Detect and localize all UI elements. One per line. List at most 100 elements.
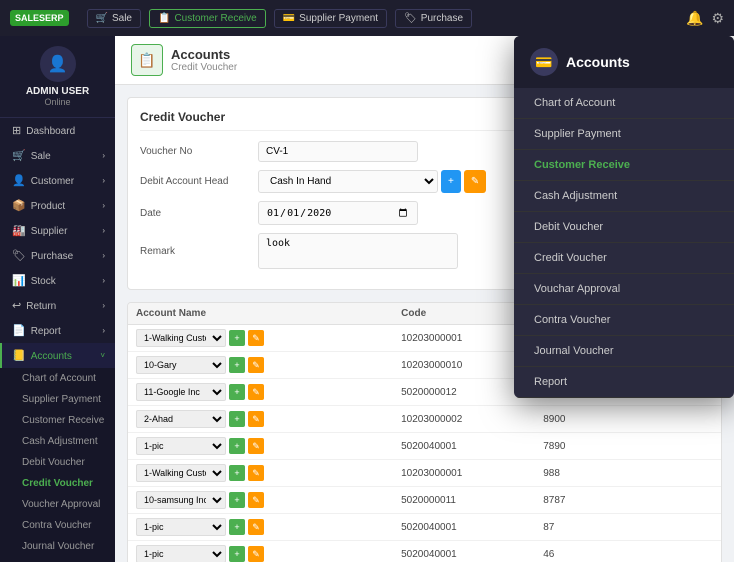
accounts-popup-icon: 💳 <box>530 48 558 76</box>
debit-account-select[interactable]: Cash In Hand <box>258 170 438 193</box>
account-add-btn-5[interactable]: + <box>229 465 245 481</box>
settings-icon[interactable]: ⚙ <box>711 10 724 27</box>
sidebar-item-product[interactable]: 📦Product › <box>0 193 115 218</box>
action-cell-7 <box>634 514 721 541</box>
sale-nav-btn[interactable]: 🛒 Sale <box>87 9 141 28</box>
table-row: 1-pic + ✎ 5020040001 7890 <box>128 433 721 460</box>
notification-icon[interactable]: 🔔 <box>686 10 703 27</box>
submenu-journal-voucher[interactable]: Journal Voucher <box>0 536 115 557</box>
account-edit-btn-7[interactable]: ✎ <box>248 519 264 535</box>
supplier-payment-nav-btn[interactable]: 💳 Supplier Payment <box>274 9 387 28</box>
purchase-icon: 🏷 <box>404 13 417 24</box>
chevron-right-icon4: › <box>102 251 105 260</box>
submenu-supplier-payment[interactable]: Supplier Payment <box>0 389 115 410</box>
sidebar-item-customer[interactable]: 👤Customer › <box>0 168 115 193</box>
submenu-debit-voucher[interactable]: Debit Voucher <box>0 452 115 473</box>
submenu-report[interactable]: Report <box>0 557 115 562</box>
debit-account-edit-btn[interactable]: ✎ <box>464 170 486 193</box>
submenu-contra-voucher[interactable]: Contra Voucher <box>0 515 115 536</box>
sidebar-item-stock[interactable]: 📊Stock › <box>0 268 115 293</box>
dropdown-contra-voucher[interactable]: Contra Voucher <box>514 305 734 336</box>
action-cell-4 <box>634 433 721 460</box>
dropdown-debit-voucher[interactable]: Debit Voucher <box>514 212 734 243</box>
account-select-8[interactable]: 1-pic <box>136 545 226 562</box>
page-subtitle: Credit Voucher <box>171 62 237 73</box>
account-add-btn-4[interactable]: + <box>229 438 245 454</box>
sidebar-item-return[interactable]: ↩Return › <box>0 293 115 318</box>
chevron-down-icon2: ˅ <box>100 351 105 360</box>
account-select-7[interactable]: 1-pic <box>136 518 226 536</box>
sidebar-item-dashboard[interactable]: ⊞Dashboard <box>0 118 115 143</box>
remark-textarea[interactable]: look <box>258 233 458 269</box>
stock-icon: 📊 <box>12 275 26 287</box>
account-cell-3: 2-Ahad + ✎ <box>128 406 393 433</box>
chevron-right-icon6: › <box>102 301 105 310</box>
dropdown-vouchar-approval[interactable]: Vouchar Approval <box>514 274 734 305</box>
account-add-btn-7[interactable]: + <box>229 519 245 535</box>
table-row: 1-pic + ✎ 5020040001 87 <box>128 514 721 541</box>
customer-receive-nav-btn[interactable]: 📋 Customer Receive <box>149 9 266 28</box>
submenu-customer-receive[interactable]: Customer Receive <box>0 410 115 431</box>
dropdown-report[interactable]: Report <box>514 367 734 398</box>
sidebar-item-accounts[interactable]: 📒Accounts ˅ <box>0 343 115 368</box>
account-edit-btn-8[interactable]: ✎ <box>248 546 264 562</box>
dashboard-icon: ⊞ <box>12 125 21 137</box>
chevron-right-icon: › <box>102 176 105 185</box>
sidebar-item-purchase[interactable]: 🏷Purchase › <box>0 243 115 268</box>
voucher-no-label: Voucher No <box>140 146 250 157</box>
account-add-btn-3[interactable]: + <box>229 411 245 427</box>
logo-area: SALESERP <box>10 10 69 26</box>
account-select-1[interactable]: 10-Gary <box>136 356 226 374</box>
account-edit-btn-2[interactable]: ✎ <box>248 384 264 400</box>
sidebar-user: 👤 ADMIN USER Online <box>0 36 115 118</box>
table-row: 1-pic + ✎ 5020040001 46 <box>128 541 721 562</box>
account-cell-8: 1-pic + ✎ <box>128 541 393 562</box>
logo: SALESERP <box>10 10 69 26</box>
sidebar: 👤 ADMIN USER Online ⊞Dashboard 🛒Sale › 👤… <box>0 36 115 562</box>
account-edit-btn-5[interactable]: ✎ <box>248 465 264 481</box>
accounts-icon: 📒 <box>12 350 26 362</box>
product-icon: 📦 <box>12 200 26 212</box>
account-add-btn-8[interactable]: + <box>229 546 245 562</box>
submenu-chart-of-account[interactable]: Chart of Account <box>0 368 115 389</box>
account-add-btn-1[interactable]: + <box>229 357 245 373</box>
account-edit-btn-1[interactable]: ✎ <box>248 357 264 373</box>
customer-receive-icon: 📋 <box>158 13 170 24</box>
dropdown-journal-voucher[interactable]: Journal Voucher <box>514 336 734 367</box>
voucher-no-input[interactable] <box>258 141 418 162</box>
dropdown-customer-receive[interactable]: Customer Receive <box>514 150 734 181</box>
dropdown-chart-of-account[interactable]: Chart of Account <box>514 88 734 119</box>
dropdown-cash-adjustment[interactable]: Cash Adjustment <box>514 181 734 212</box>
debit-account-label: Debit Account Head <box>140 176 250 187</box>
account-add-btn-6[interactable]: + <box>229 492 245 508</box>
account-edit-btn-4[interactable]: ✎ <box>248 438 264 454</box>
debit-account-add-btn[interactable]: + <box>441 170 461 193</box>
code-cell-3: 10203000002 <box>393 406 535 433</box>
account-select-0[interactable]: 1-Walking Customer <box>136 329 226 347</box>
sidebar-item-sale[interactable]: 🛒Sale › <box>0 143 115 168</box>
account-add-btn-2[interactable]: + <box>229 384 245 400</box>
account-select-2[interactable]: 11-Google Inc <box>136 383 226 401</box>
submenu-voucher-approval[interactable]: Voucher Approval <box>0 494 115 515</box>
sidebar-item-supplier[interactable]: 🏭Supplier › <box>0 218 115 243</box>
date-input[interactable] <box>258 201 418 225</box>
code-cell-5: 10203000001 <box>393 460 535 487</box>
account-add-btn-0[interactable]: + <box>229 330 245 346</box>
submenu-credit-voucher[interactable]: Credit Voucher <box>0 473 115 494</box>
sidebar-item-report[interactable]: 📄Report › <box>0 318 115 343</box>
account-edit-btn-3[interactable]: ✎ <box>248 411 264 427</box>
dropdown-supplier-payment[interactable]: Supplier Payment <box>514 119 734 150</box>
submenu-cash-adjustment[interactable]: Cash Adjustment <box>0 431 115 452</box>
account-select-5[interactable]: 1-Walking Customer <box>136 464 226 482</box>
account-edit-btn-0[interactable]: ✎ <box>248 330 264 346</box>
account-select-6[interactable]: 10-samsung Inc <box>136 491 226 509</box>
date-label: Date <box>140 208 250 219</box>
amount-cell-8: 46 <box>535 541 634 562</box>
amount-cell-7: 87 <box>535 514 634 541</box>
purchase-nav-btn[interactable]: 🏷 Purchase <box>395 9 472 28</box>
account-select-4[interactable]: 1-pic <box>136 437 226 455</box>
account-cell-4: 1-pic + ✎ <box>128 433 393 460</box>
account-edit-btn-6[interactable]: ✎ <box>248 492 264 508</box>
account-select-3[interactable]: 2-Ahad <box>136 410 226 428</box>
dropdown-credit-voucher[interactable]: Credit Voucher <box>514 243 734 274</box>
